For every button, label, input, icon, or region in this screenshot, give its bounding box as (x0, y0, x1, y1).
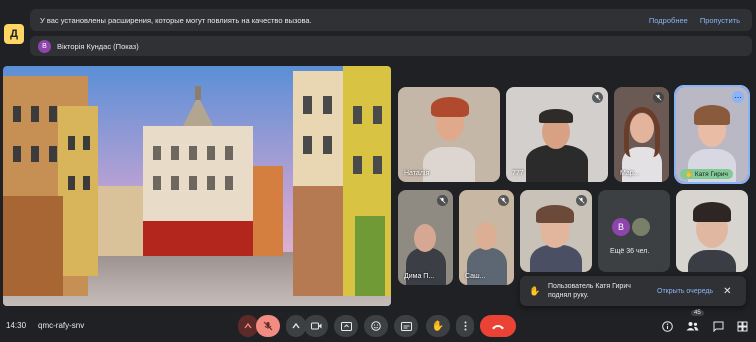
camera-toggle-button[interactable] (304, 315, 328, 337)
chevron-up-icon (292, 323, 300, 329)
camera-icon (310, 322, 321, 330)
others-avatar-photo (632, 218, 650, 236)
more-participants-tile[interactable]: В Ещё 36 чел. (598, 190, 670, 272)
others-avatar: В (612, 218, 630, 236)
banner-message: У вас установлены расширения, которые мо… (40, 15, 312, 25)
info-icon[interactable] (659, 318, 675, 334)
participant-body (526, 145, 588, 182)
participant-hair (624, 107, 660, 157)
participant-name: Саш... (465, 273, 486, 280)
mic-off-icon (592, 92, 603, 103)
participant-tile[interactable]: Дима П... (398, 190, 453, 285)
participant-name: 777 (512, 170, 524, 177)
participant-body (530, 245, 582, 272)
mic-toggle-button[interactable] (256, 315, 280, 337)
participant-tile[interactable]: Наталія (398, 87, 500, 182)
participant-tile[interactable]: ⋯ ✋ Катя Гирич (674, 85, 750, 184)
participant-tile[interactable] (676, 190, 748, 272)
open-queue-link[interactable]: Открыть очередь (657, 288, 713, 295)
participants-count-badge: 45 (691, 310, 704, 316)
raise-hand-button[interactable]: ✋ (426, 315, 450, 337)
participant-face (475, 222, 497, 250)
close-icon[interactable]: ✕ (723, 286, 731, 297)
chat-icon[interactable] (710, 318, 726, 334)
toast-message: Пользователь Катя Гирич поднял руку. (548, 283, 631, 299)
present-button[interactable] (334, 315, 358, 337)
presenter-avatar: В (38, 39, 51, 53)
mic-off-icon (498, 195, 509, 206)
warning-icon[interactable]: Д (4, 24, 24, 44)
banner-more-link[interactable]: Подробнее (649, 16, 688, 25)
participant-hair (431, 97, 469, 117)
participant-name: Наталія (404, 170, 430, 177)
reactions-button[interactable] (364, 315, 388, 337)
raise-hand-icon: ✋ (431, 320, 445, 332)
participant-body (423, 147, 475, 182)
participant-name: Дима П... (404, 273, 435, 280)
participant-tile[interactable]: Саш... (459, 190, 514, 285)
captions-button[interactable] (394, 315, 418, 337)
mic-off-icon (437, 195, 448, 206)
shared-screen[interactable] (3, 66, 391, 306)
participant-tile[interactable] (520, 190, 592, 272)
captions-icon (400, 321, 412, 331)
present-icon (340, 321, 352, 331)
camera-options-button[interactable] (286, 315, 306, 337)
mic-options-button[interactable] (238, 315, 258, 337)
raised-hand-toast: ✋ Пользователь Катя Гирич поднял руку. О… (520, 276, 746, 306)
apps-icon[interactable] (734, 318, 750, 334)
mic-off-icon (653, 92, 664, 103)
participant-hair (536, 205, 574, 223)
more-vert-icon (464, 321, 466, 331)
mic-off-icon (263, 321, 273, 331)
presenter-label: Вікторія Кундас (Показ) (57, 41, 139, 51)
hangup-icon (492, 324, 504, 329)
participant-tile[interactable]: 777 (506, 87, 608, 182)
participant-hair (693, 202, 731, 222)
mic-off-icon (576, 195, 587, 206)
participant-hair (539, 109, 573, 123)
chevron-up-icon (244, 323, 252, 329)
participant-tile[interactable]: Мар... (614, 87, 669, 182)
meet-window: Д У вас установлены расширения, которые … (0, 0, 756, 342)
extensions-banner: У вас установлены расширения, которые мо… (30, 9, 752, 31)
more-options-button[interactable] (456, 315, 474, 337)
banner-skip-link[interactable]: Пропустить (700, 16, 740, 25)
meeting-code[interactable]: qmc-rafy-snv (38, 321, 84, 330)
meeting-time: 14:30 (6, 321, 27, 330)
raised-hand-badge: ✋ Катя Гирич (680, 169, 733, 179)
participant-body (688, 250, 736, 272)
participant-hair (694, 105, 730, 125)
others-count-label: Ещё 36 чел. (610, 248, 650, 255)
people-icon[interactable] (684, 318, 700, 334)
participant-name: Катя Гирич (694, 171, 728, 178)
shared-street-image (3, 66, 391, 306)
emoji-icon (371, 321, 381, 331)
more-vert-icon[interactable]: ⋯ (732, 91, 744, 103)
presenter-bar: В Вікторія Кундас (Показ) (30, 36, 752, 56)
raise-hand-icon: ✋ (529, 285, 541, 296)
participant-name: Мар... (620, 170, 640, 177)
leave-call-button[interactable] (480, 315, 516, 337)
participant-face (414, 224, 436, 252)
